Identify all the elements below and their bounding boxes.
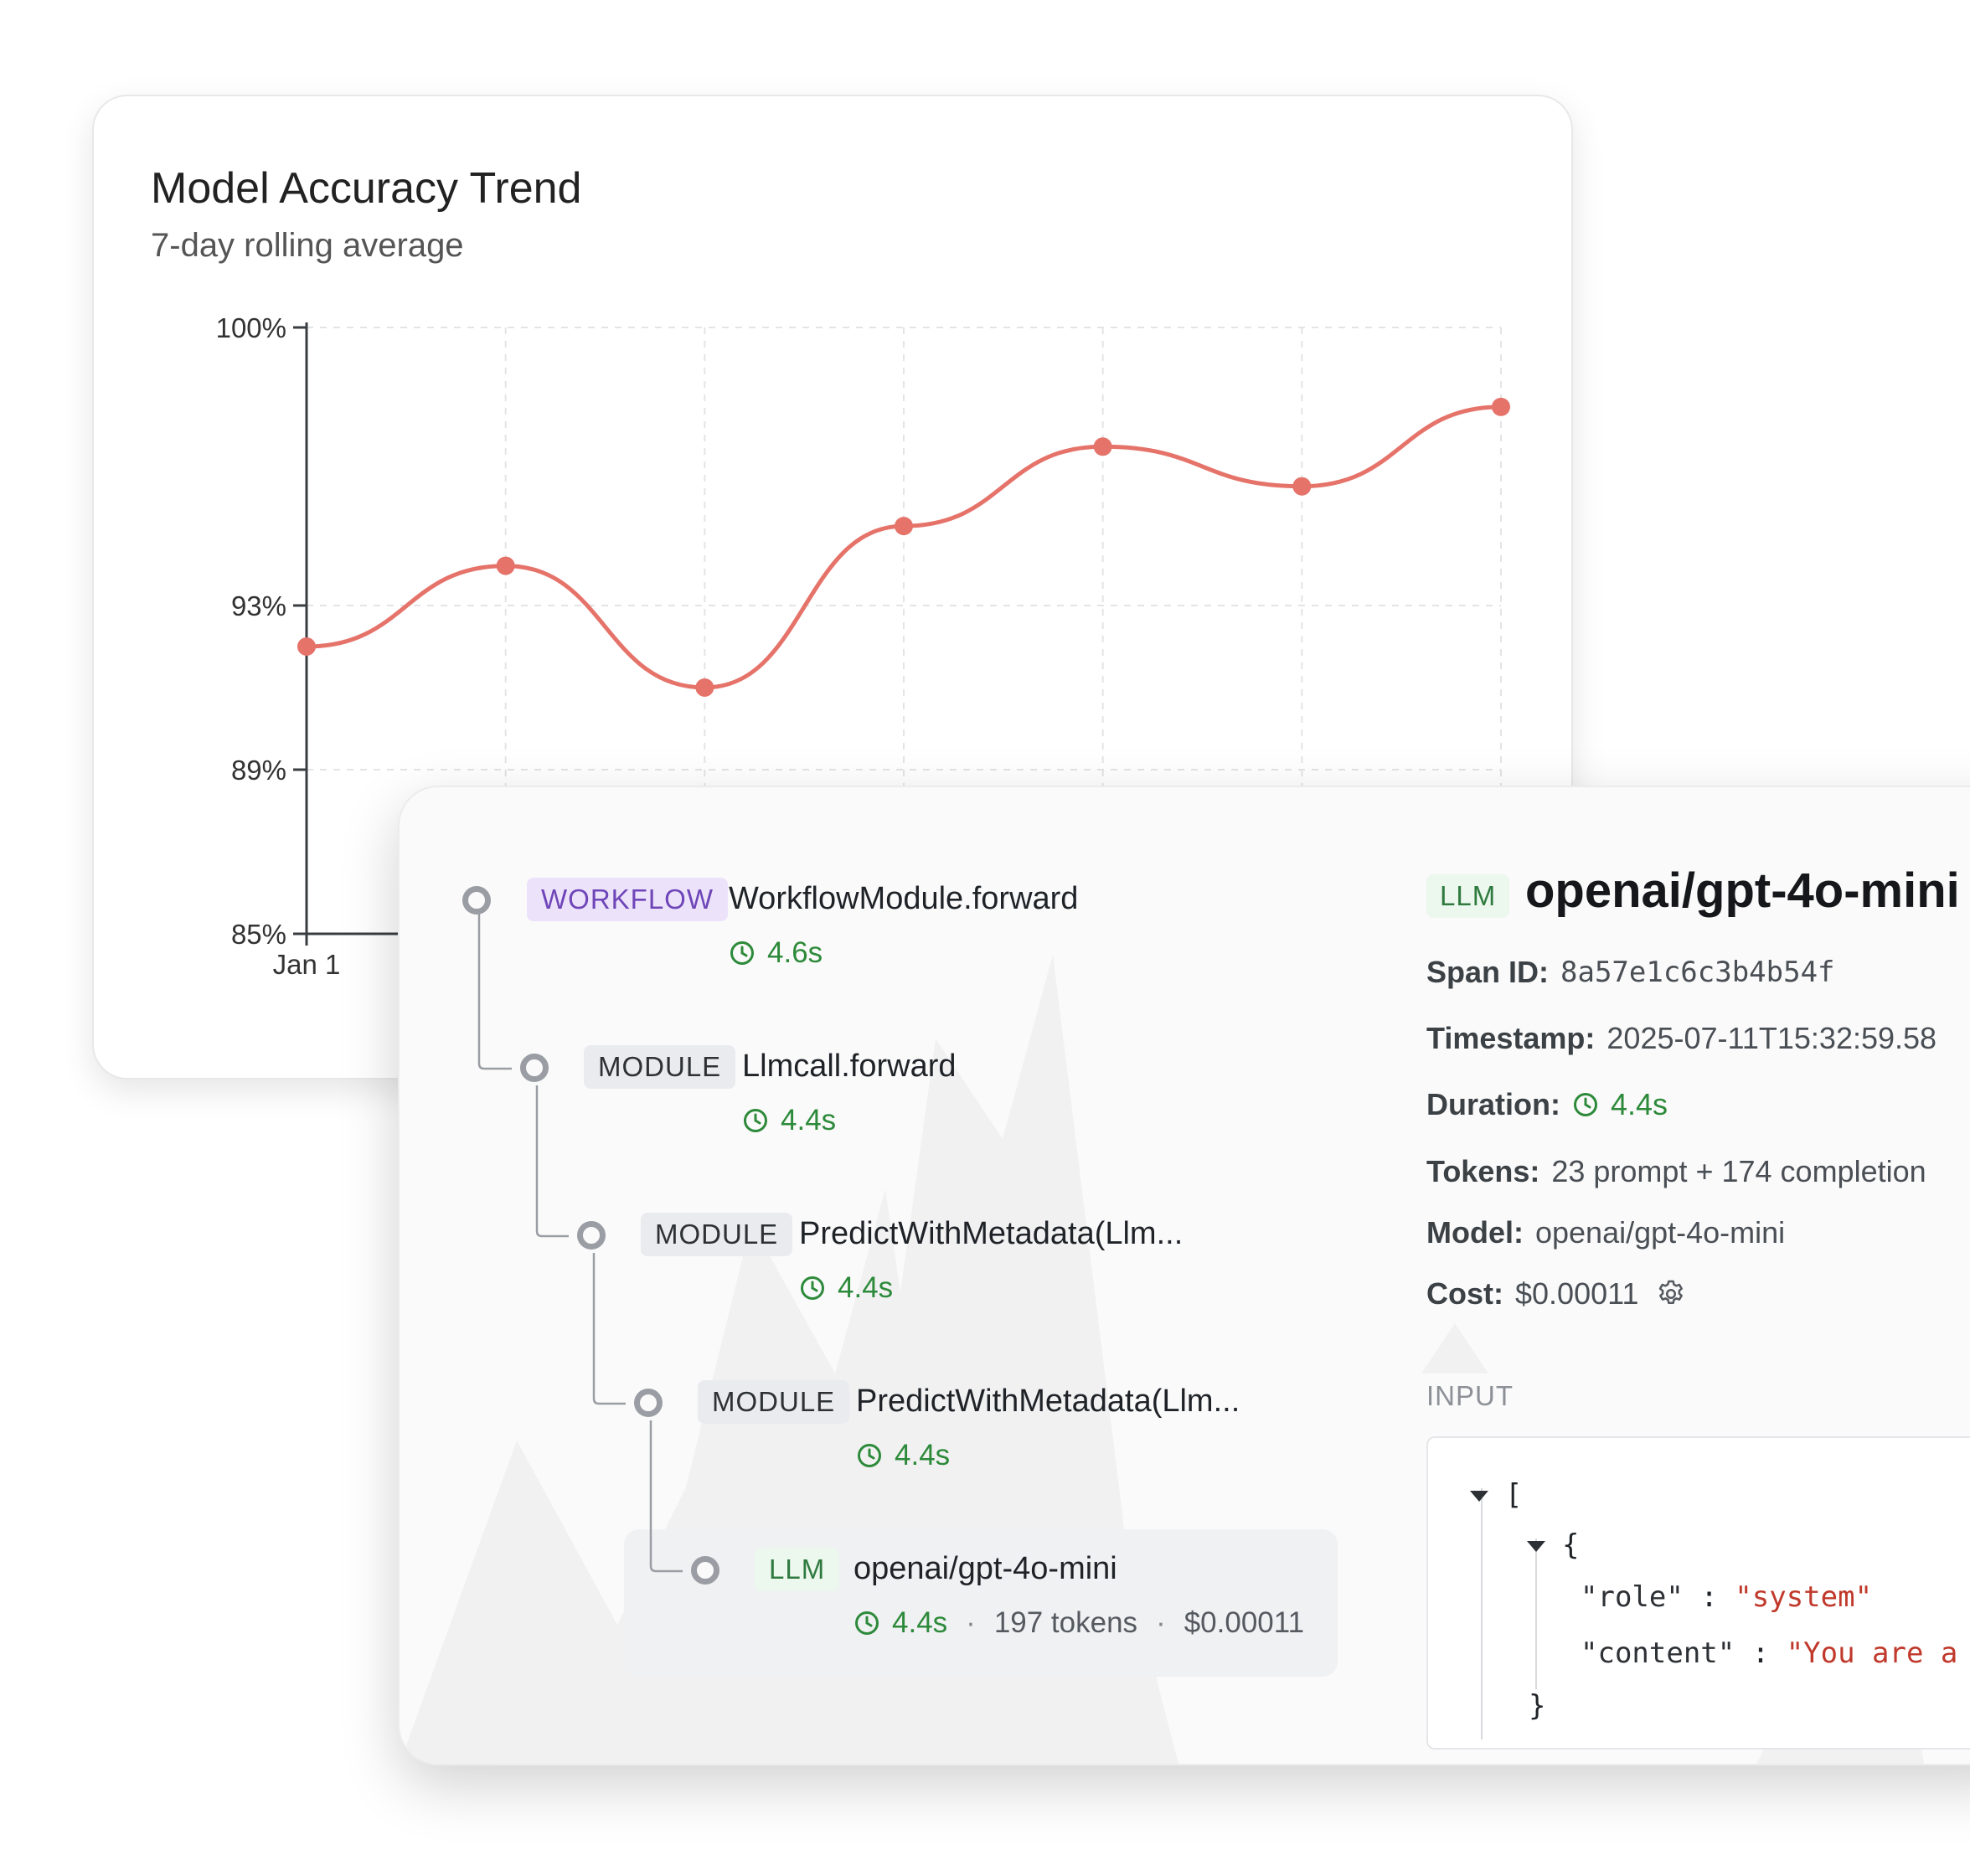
tree-node-dot: [462, 886, 491, 915]
clock-icon: [858, 1444, 881, 1467]
node-duration: 4.4s: [856, 1439, 950, 1472]
module-badge: MODULE: [641, 1213, 793, 1256]
trace-detail-card: WORKFLOW WorkflowModule.forward 4.6s MOD…: [398, 786, 1970, 1765]
input-section-label: INPUT: [1426, 1380, 1514, 1411]
tree-node-llmcall-forward[interactable]: Llmcall.forward: [742, 1049, 957, 1085]
json-object-close: }: [1529, 1689, 1546, 1723]
x-tick-label: Jan 1: [273, 949, 341, 980]
clock-icon: [1573, 1093, 1597, 1116]
json-array-open[interactable]: [: [1470, 1478, 1522, 1512]
tokens-value: 23 prompt + 174 completion: [1551, 1154, 1926, 1188]
collapse-triangle-icon[interactable]: [1470, 1491, 1488, 1502]
json-colon: :: [1700, 1580, 1718, 1614]
cost-value: $0.00011: [1515, 1276, 1639, 1311]
tree-node-dot: [691, 1556, 719, 1585]
data-point: [695, 678, 714, 697]
duration-text: 4.4s: [838, 1271, 894, 1304]
data-point: [297, 637, 316, 656]
json-content-entry: "content" : "You are a: [1581, 1636, 1957, 1670]
tree-node-predict-with-metadata[interactable]: PredictWithMetadata(Llm...: [856, 1384, 1240, 1420]
duration-text: 4.4s: [895, 1439, 951, 1471]
duration-text: 4.4s: [892, 1606, 948, 1639]
span-id-label: Span ID:: [1426, 955, 1550, 989]
detail-title: openai/gpt-4o-mini: [1525, 863, 1960, 918]
tree-node-llm-gpt-4o-mini[interactable]: openai/gpt-4o-mini: [853, 1551, 1117, 1587]
module-badge: MODULE: [698, 1380, 850, 1424]
duration-value-wrap: 4.4s: [1572, 1087, 1668, 1122]
clock-icon: [744, 1109, 767, 1132]
node-duration: 4.4s: [799, 1271, 893, 1305]
data-point: [1492, 397, 1510, 416]
node-duration: 4.4s · 197 tokens · $0.00011: [853, 1606, 1304, 1640]
timestamp-label: Timestamp:: [1426, 1021, 1596, 1055]
tree-node-dot: [577, 1221, 606, 1250]
clock-icon: [801, 1276, 824, 1300]
collapse-triangle-icon[interactable]: [1527, 1541, 1545, 1552]
detail-llm-badge: LLM: [1426, 874, 1510, 918]
cost-row: Cost: $0.00011: [1426, 1276, 1687, 1312]
timestamp-row: Timestamp: 2025-07-11T15:32:59.58: [1426, 1021, 1936, 1056]
model-value: openai/gpt-4o-mini: [1534, 1215, 1786, 1250]
tree-node-dot: [634, 1389, 663, 1417]
model-label: Model:: [1426, 1215, 1524, 1250]
data-point: [1292, 477, 1312, 496]
json-key-content: "content": [1581, 1636, 1735, 1670]
node-duration: 4.4s: [742, 1104, 836, 1137]
json-colon: :: [1751, 1636, 1770, 1670]
tree-node-workflow-forward[interactable]: WorkflowModule.forward: [729, 881, 1078, 917]
json-value-content: "You are a: [1786, 1636, 1958, 1670]
chart-title: Model Accuracy Trend: [151, 164, 582, 213]
tree-node-predict-with-metadata[interactable]: PredictWithMetadata(Llm...: [799, 1216, 1183, 1252]
span-id-row: Span ID: 8a57e1c6c3b4b54f: [1426, 955, 1835, 990]
duration-label: Duration:: [1426, 1087, 1560, 1121]
token-count: 197 tokens: [993, 1606, 1138, 1639]
timestamp-value: 2025-07-11T15:32:59.58: [1606, 1021, 1937, 1055]
json-indent-guide: [1481, 1488, 1483, 1739]
duration-row: Duration: 4.4s: [1426, 1087, 1668, 1122]
workflow-badge: WORKFLOW: [527, 878, 728, 921]
separator-dot: ·: [1156, 1606, 1166, 1639]
span-id-value[interactable]: 8a57e1c6c3b4b54f: [1560, 956, 1835, 989]
y-tick-label: 85%: [231, 919, 286, 950]
json-role-entry: "role" : "system": [1581, 1580, 1872, 1614]
clock-icon: [730, 941, 754, 965]
json-key-role: "role": [1581, 1580, 1684, 1614]
cost-value: $0.00011: [1184, 1606, 1305, 1639]
tree-node-dot: [520, 1054, 549, 1082]
y-tick-label: 100%: [216, 312, 286, 343]
model-row: Model: openai/gpt-4o-mini: [1426, 1215, 1785, 1250]
json-value-role: "system": [1735, 1580, 1873, 1614]
separator-dot: ·: [966, 1606, 976, 1639]
gear-icon[interactable]: [1655, 1278, 1687, 1310]
duration-text: 4.4s: [781, 1104, 837, 1136]
duration-value: 4.4s: [1610, 1087, 1668, 1121]
y-tick-label: 93%: [231, 590, 286, 621]
chart-subtitle: 7-day rolling average: [151, 227, 464, 264]
duration-text: 4.6s: [767, 936, 823, 969]
input-json-viewer: [ { "role" : "system" "content" : "You a…: [1426, 1436, 1970, 1750]
data-point: [1093, 437, 1112, 456]
tokens-label: Tokens:: [1426, 1154, 1540, 1188]
cost-label: Cost:: [1426, 1276, 1503, 1311]
y-tick-label: 89%: [231, 755, 286, 786]
json-object-open[interactable]: {: [1527, 1528, 1579, 1562]
data-point: [895, 517, 913, 536]
clock-icon: [855, 1611, 879, 1635]
tokens-row: Tokens: 23 prompt + 174 completion: [1426, 1154, 1926, 1189]
module-badge: MODULE: [584, 1045, 736, 1089]
node-duration: 4.6s: [729, 936, 823, 970]
llm-badge: LLM: [755, 1548, 840, 1591]
data-point: [496, 556, 515, 575]
